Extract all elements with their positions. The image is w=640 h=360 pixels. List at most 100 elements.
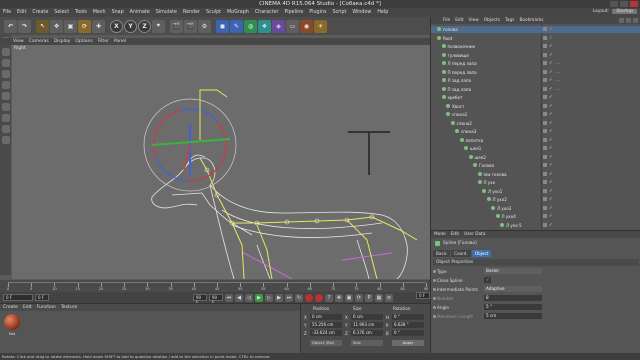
- size-mode-select[interactable]: Size: [351, 340, 383, 346]
- enabled-checkmark[interactable]: ✓: [549, 35, 553, 42]
- rotation-h-field[interactable]: 0 °: [392, 314, 424, 320]
- menu-mograph[interactable]: MoGraph: [227, 10, 249, 15]
- undo-icon[interactable]: ↶: [4, 19, 17, 33]
- object-row[interactable]: Л ухо2 ✓: [431, 196, 640, 203]
- rotation-p-field[interactable]: 6.628 °: [392, 322, 424, 328]
- visibility-toggle[interactable]: [543, 205, 547, 210]
- tab-object[interactable]: Object: [471, 250, 492, 257]
- object-tags[interactable]: ...: [555, 77, 561, 84]
- menu-tools[interactable]: Tools: [75, 10, 87, 15]
- visibility-toggle[interactable]: [543, 171, 547, 176]
- object-name[interactable]: Л ухо: [484, 179, 496, 186]
- enabled-checkmark[interactable]: ✓: [549, 128, 553, 135]
- camera-icon[interactable]: ◉: [300, 19, 313, 33]
- material-name[interactable]: Mat: [2, 332, 22, 336]
- render-picture-viewer-icon[interactable]: 🎬: [184, 19, 197, 33]
- prev-frame-icon[interactable]: ◁: [245, 293, 253, 302]
- object-row[interactable]: хребет ✓: [431, 94, 640, 101]
- object-row[interactable]: позвоночник ✓: [431, 43, 640, 50]
- floor-icon[interactable]: ▭: [286, 19, 299, 33]
- object-name[interactable]: Root: [443, 35, 452, 42]
- enabled-checkmark[interactable]: ✓: [549, 137, 553, 144]
- param-key-icon[interactable]: P: [365, 293, 373, 302]
- timeline-right-field[interactable]: 0 F: [416, 292, 430, 299]
- render-settings-icon[interactable]: ⚙: [198, 19, 211, 33]
- object-menu-tags[interactable]: Tags: [505, 18, 515, 23]
- property-value[interactable]: Adaptive: [484, 286, 542, 292]
- points-mode-icon[interactable]: [1, 81, 10, 89]
- attribute-menu-user-data[interactable]: User Data: [464, 232, 485, 237]
- play-icon[interactable]: ▶: [255, 293, 263, 302]
- object-row[interactable]: Л ухо 5 ✓: [431, 222, 640, 229]
- material-preview[interactable]: [4, 314, 20, 330]
- search-icon[interactable]: [619, 18, 624, 23]
- menu-select[interactable]: Select: [54, 10, 69, 15]
- edges-mode-icon[interactable]: [1, 92, 10, 100]
- minimize-button[interactable]: [610, 1, 618, 7]
- enabled-checkmark[interactable]: ✓: [549, 145, 553, 152]
- object-row[interactable]: Л ухо3 ✓: [431, 205, 640, 212]
- object-tags[interactable]: ...: [555, 69, 561, 76]
- object-name[interactable]: Л ухо1: [488, 188, 502, 195]
- deformer-icon[interactable]: ◈: [272, 19, 285, 33]
- menu-simulate[interactable]: Simulate: [156, 10, 177, 15]
- object-row[interactable]: Root ✓: [431, 35, 640, 42]
- object-row[interactable]: Л ухо1 ✓: [431, 188, 640, 195]
- enabled-checkmark[interactable]: ✓: [549, 213, 553, 220]
- rotation-key-icon[interactable]: ⟳: [355, 293, 363, 302]
- object-name[interactable]: Л ухо3: [497, 205, 511, 212]
- object-row[interactable]: шея2 ✓: [431, 154, 640, 161]
- model-mode-icon[interactable]: [1, 48, 10, 56]
- render-view-icon[interactable]: 🎬: [170, 19, 183, 33]
- enabled-checkmark[interactable]: ✓: [549, 69, 553, 76]
- material-menu-texture[interactable]: Texture: [61, 305, 77, 310]
- object-name[interactable]: голова: [443, 26, 458, 33]
- menu-pipeline[interactable]: Pipeline: [285, 10, 304, 15]
- enabled-checkmark[interactable]: ✓: [549, 179, 553, 186]
- object-row[interactable]: голова ✓: [431, 26, 640, 33]
- visibility-toggle[interactable]: [543, 129, 547, 133]
- visibility-toggle[interactable]: [543, 52, 547, 57]
- keyframe-selection-icon[interactable]: ?: [325, 293, 333, 302]
- next-key-icon[interactable]: ▶: [275, 293, 283, 302]
- position-x-field[interactable]: 0 cm: [310, 314, 342, 320]
- viewport-menu-view[interactable]: View: [13, 39, 24, 44]
- timeline-menu-icon[interactable]: ≡: [385, 293, 393, 302]
- object-menu-objects[interactable]: Objects: [484, 18, 500, 23]
- object-name[interactable]: Л ухо 5: [506, 222, 522, 229]
- object-name[interactable]: лопатка: [466, 137, 484, 144]
- menu-edit[interactable]: Edit: [17, 10, 26, 15]
- enabled-checkmark[interactable]: ✓: [549, 43, 553, 50]
- visibility-toggle[interactable]: [543, 27, 547, 31]
- snap-icon[interactable]: [1, 136, 10, 144]
- scale-icon[interactable]: ▣: [64, 19, 77, 33]
- object-name[interactable]: спина3: [461, 128, 476, 135]
- object-name[interactable]: Голова: [479, 162, 494, 169]
- visibility-toggle[interactable]: [543, 103, 547, 108]
- object-name[interactable]: позвоночник: [448, 43, 476, 50]
- object-name[interactable]: Л перед лапа: [448, 60, 477, 67]
- current-frame-field[interactable]: 0 F: [35, 294, 49, 301]
- property-value[interactable]: Bezier: [484, 268, 542, 274]
- menu-help[interactable]: Help: [377, 10, 388, 15]
- recent-tools-icon[interactable]: ✚: [92, 19, 105, 33]
- attribute-menu-mode[interactable]: Mode: [434, 232, 446, 237]
- close-button[interactable]: [630, 1, 638, 7]
- viewport-3d[interactable]: Right: [12, 45, 430, 279]
- live-selection-icon[interactable]: ↖: [36, 19, 49, 33]
- layout-select[interactable]: Startup: [612, 9, 637, 14]
- property-value[interactable]: 5 °: [484, 304, 542, 310]
- object-row[interactable]: Л ухо ✓: [431, 179, 640, 186]
- timeline[interactable]: 0 5 10 15 20 25 30 35 40 45 50 55 60 65 70 75 80 85 90: [0, 280, 430, 292]
- viewport-menu-display[interactable]: Display: [54, 39, 71, 44]
- object-menu-view[interactable]: View: [469, 18, 479, 23]
- move-icon[interactable]: ✥: [50, 19, 63, 33]
- menu-animate[interactable]: Animate: [130, 10, 150, 15]
- rotate-icon[interactable]: ⟳: [78, 19, 91, 33]
- visibility-toggle[interactable]: [543, 154, 547, 159]
- pla-key-icon[interactable]: ▦: [375, 293, 383, 302]
- object-row[interactable]: шея1 ✓: [431, 145, 640, 152]
- prev-key-icon[interactable]: ◀: [235, 293, 243, 302]
- object-name[interactable]: low голова: [484, 171, 507, 178]
- menu-snap[interactable]: Snap: [112, 10, 124, 15]
